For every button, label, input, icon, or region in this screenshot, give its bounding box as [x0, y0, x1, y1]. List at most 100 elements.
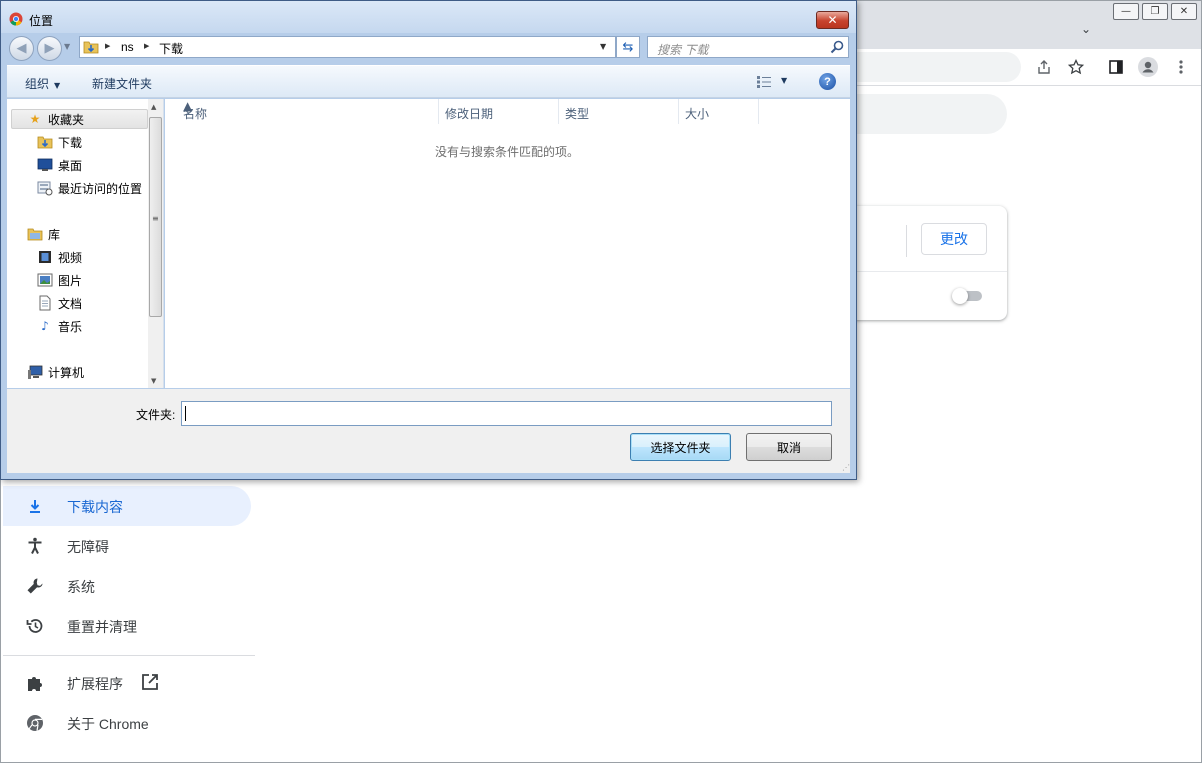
nav-pictures[interactable]: 图片: [37, 270, 82, 290]
computer-icon: [27, 364, 43, 380]
nav-music-label: 音乐: [58, 319, 83, 334]
open-in-new-icon: [141, 673, 159, 694]
nav-item-label: 下载内容: [67, 499, 123, 515]
nav-pane-scrollbar[interactable]: ▲ ≡ ▼: [148, 99, 163, 388]
dialog-close-button[interactable]: ✕: [816, 11, 849, 29]
column-type-label: 类型: [565, 107, 590, 121]
help-icon[interactable]: ?: [819, 73, 836, 90]
folder-name-input[interactable]: [181, 401, 832, 426]
address-dropdown-icon[interactable]: ▼: [600, 42, 606, 51]
change-button[interactable]: 更改: [921, 223, 987, 255]
nav-item-system[interactable]: 系统: [3, 566, 251, 606]
text-cursor: [185, 406, 186, 421]
nav-recent-places-label: 最近访问的位置: [58, 181, 143, 196]
ask-where-to-save-toggle[interactable]: [952, 288, 984, 304]
nav-desktop-label: 桌面: [58, 158, 83, 173]
scroll-down-icon[interactable]: ▼: [151, 377, 156, 385]
picture-icon: [37, 272, 53, 288]
music-note-icon: ♪: [41, 319, 49, 333]
nav-libraries[interactable]: 库: [27, 224, 60, 244]
dialog-title: 位置: [29, 14, 54, 28]
nav-item-label: 无障碍: [67, 539, 109, 555]
organize-menu-button[interactable]: 组织 ▼: [25, 75, 60, 92]
folder-field-label: 文件夹:: [136, 408, 176, 422]
forward-button[interactable]: ▶: [37, 36, 62, 61]
resize-grip-icon[interactable]: ⋰: [842, 463, 850, 472]
download-icon: [25, 496, 45, 516]
select-folder-dialog: 位置 ✕ ◀ ▶ ▼ ▶ ns ▶ 下载 ▼ ⇆ 搜索 下载 组织 ▼ 新建文件…: [0, 0, 857, 480]
nav-item-label: 关于 Chrome: [67, 716, 149, 732]
select-folder-button[interactable]: 选择文件夹: [630, 433, 731, 461]
breadcrumb-downloads[interactable]: 下载: [159, 40, 183, 57]
nav-downloads-label: 下载: [58, 135, 83, 150]
minimize-button[interactable]: —: [1113, 3, 1139, 20]
star-icon: ★: [29, 112, 41, 126]
column-header-date-modified[interactable]: 修改日期: [439, 99, 559, 124]
forward-arrow-icon: ▶: [44, 41, 55, 56]
card-divider: [906, 225, 907, 257]
share-icon[interactable]: [1034, 57, 1054, 77]
profile-avatar-icon[interactable]: [1138, 57, 1158, 77]
more-menu-icon[interactable]: [1171, 57, 1191, 77]
nav-item-label: 扩展程序: [67, 676, 123, 692]
breadcrumb-ns[interactable]: ns: [121, 40, 134, 54]
search-icon: [830, 40, 844, 54]
recent-pages-dropdown-icon[interactable]: ▼: [64, 42, 70, 51]
settings-card: 更改: [856, 206, 1007, 320]
settings-search-field[interactable]: [856, 94, 1007, 134]
nav-item-accessibility[interactable]: 无障碍: [3, 526, 251, 566]
nav-music[interactable]: ♪ 音乐: [37, 316, 82, 336]
nav-favorites[interactable]: ★ 收藏夹: [27, 109, 84, 129]
command-bar: 组织 ▼ 新建文件夹 ▼ ?: [7, 65, 850, 98]
video-icon: [37, 249, 53, 265]
empty-results-message: 没有与搜索条件匹配的项。: [435, 145, 580, 159]
bookmark-star-icon[interactable]: [1066, 57, 1086, 77]
view-options-chevron-icon[interactable]: ▼: [781, 76, 787, 85]
nav-desktop[interactable]: 桌面: [37, 155, 82, 175]
tab-search-chevron-icon[interactable]: ⌄: [1078, 22, 1094, 38]
scroll-up-icon[interactable]: ▲: [151, 103, 156, 111]
restore-icon: [25, 616, 45, 636]
window-controls: — ❐ ✕: [1113, 3, 1197, 20]
organize-label: 组织: [25, 77, 50, 91]
nav-videos[interactable]: 视频: [37, 247, 82, 267]
new-folder-button[interactable]: 新建文件夹: [92, 75, 152, 92]
column-header-size[interactable]: 大小: [679, 99, 759, 124]
side-panel-icon[interactable]: [1106, 57, 1126, 77]
accessibility-icon: [25, 536, 45, 556]
nav-computer[interactable]: 计算机: [27, 362, 84, 382]
column-header-type[interactable]: 类型: [559, 99, 679, 124]
toggle-knob: [952, 288, 968, 304]
nav-documents[interactable]: 文档: [37, 293, 82, 313]
nav-favorites-label: 收藏夹: [48, 112, 85, 127]
document-icon: [37, 295, 53, 311]
search-input[interactable]: 搜索 下载: [647, 36, 849, 58]
chrome-icon: [25, 713, 45, 733]
file-list-pane: 名称 ▲ 修改日期 类型 大小 没有与搜索条件匹配的项。: [165, 99, 850, 388]
wrench-icon: [25, 576, 45, 596]
recent-places-icon: [37, 180, 53, 196]
view-details-icon[interactable]: [756, 75, 772, 89]
nav-videos-label: 视频: [58, 250, 83, 265]
address-row: ◀ ▶ ▼ ▶ ns ▶ 下载 ▼ ⇆ 搜索 下载: [1, 33, 856, 63]
nav-downloads[interactable]: 下载: [37, 132, 82, 152]
refresh-icon: ⇆: [622, 39, 634, 55]
nav-recent-places[interactable]: 最近访问的位置: [37, 178, 142, 198]
chevron-down-icon: ▼: [54, 81, 61, 90]
refresh-button[interactable]: ⇆: [616, 36, 640, 58]
nav-item-reset[interactable]: 重置并清理: [3, 606, 251, 646]
chrome-logo-icon: [9, 12, 23, 29]
close-window-button[interactable]: ✕: [1171, 3, 1197, 20]
back-button[interactable]: ◀: [9, 36, 34, 61]
cancel-button[interactable]: 取消: [746, 433, 832, 461]
address-bar[interactable]: ▶ ns ▶ 下载 ▼: [79, 36, 616, 58]
nav-item-about-chrome[interactable]: 关于 Chrome: [3, 703, 251, 743]
nav-item-downloads[interactable]: 下载内容: [3, 486, 251, 526]
nav-item-extensions[interactable]: 扩展程序: [3, 663, 251, 703]
puzzle-icon: [25, 673, 45, 693]
restore-button[interactable]: ❐: [1142, 3, 1168, 20]
column-header-name[interactable]: 名称 ▲: [177, 99, 439, 124]
nav-item-label: 重置并清理: [67, 619, 137, 635]
nav-item-label: 系统: [67, 579, 95, 595]
breadcrumb-separator-icon: ▶: [105, 42, 111, 50]
